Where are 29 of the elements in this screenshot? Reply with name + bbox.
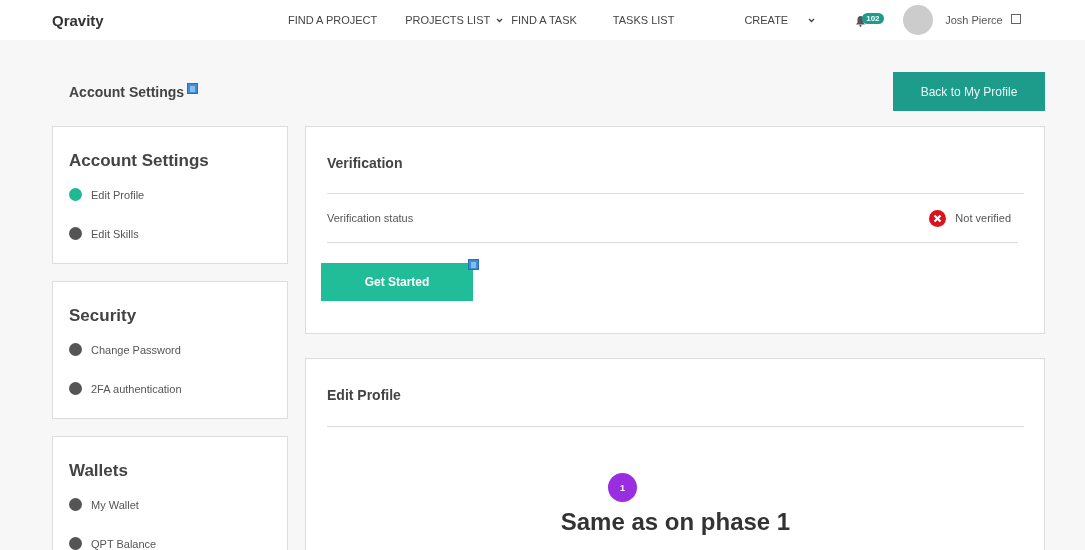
square-icon[interactable] [1010,14,1021,24]
user-name[interactable]: Josh Pierce [945,14,1003,26]
card-title: Verification [327,127,1024,194]
section-title: Security [69,306,138,326]
section-heading: Same as on phase 1 [560,508,791,536]
chevron-down-icon [496,17,504,23]
app-logo[interactable]: Qravity [52,11,288,29]
status-label: Verification status [327,212,414,224]
section-title: Wallets [69,461,129,481]
sidebar-item[interactable]: QPT Balance [69,524,271,550]
sidebar-item[interactable]: My Wallet [69,485,271,524]
sidebar-item[interactable]: Edit Skills [69,214,271,253]
nav-link[interactable]: FIND A TASK [511,14,577,26]
sidebar-item[interactable]: Edit Profile [69,175,271,214]
sidebar-item[interactable]: Change Password [69,330,271,369]
status-text: Not verified [955,212,1011,224]
nav-link[interactable]: PROJECTS LIST [405,14,504,26]
nav-link[interactable]: FIND A PROJECT [288,14,378,26]
nav-link[interactable]: CREATE [744,14,816,26]
step-badge: 1 [608,473,637,502]
note-icon [187,83,199,94]
nav-link[interactable]: TASKS LIST [612,14,675,26]
notification-badge: 102 [862,13,884,24]
chevron-down-icon [808,17,816,23]
section-title: Account Settings [69,151,210,171]
card-title: Edit Profile [327,359,1024,427]
note-icon [468,259,479,270]
page-title: Account Settings [69,84,185,100]
sidebar-item[interactable]: 2FA authentication [69,369,271,408]
